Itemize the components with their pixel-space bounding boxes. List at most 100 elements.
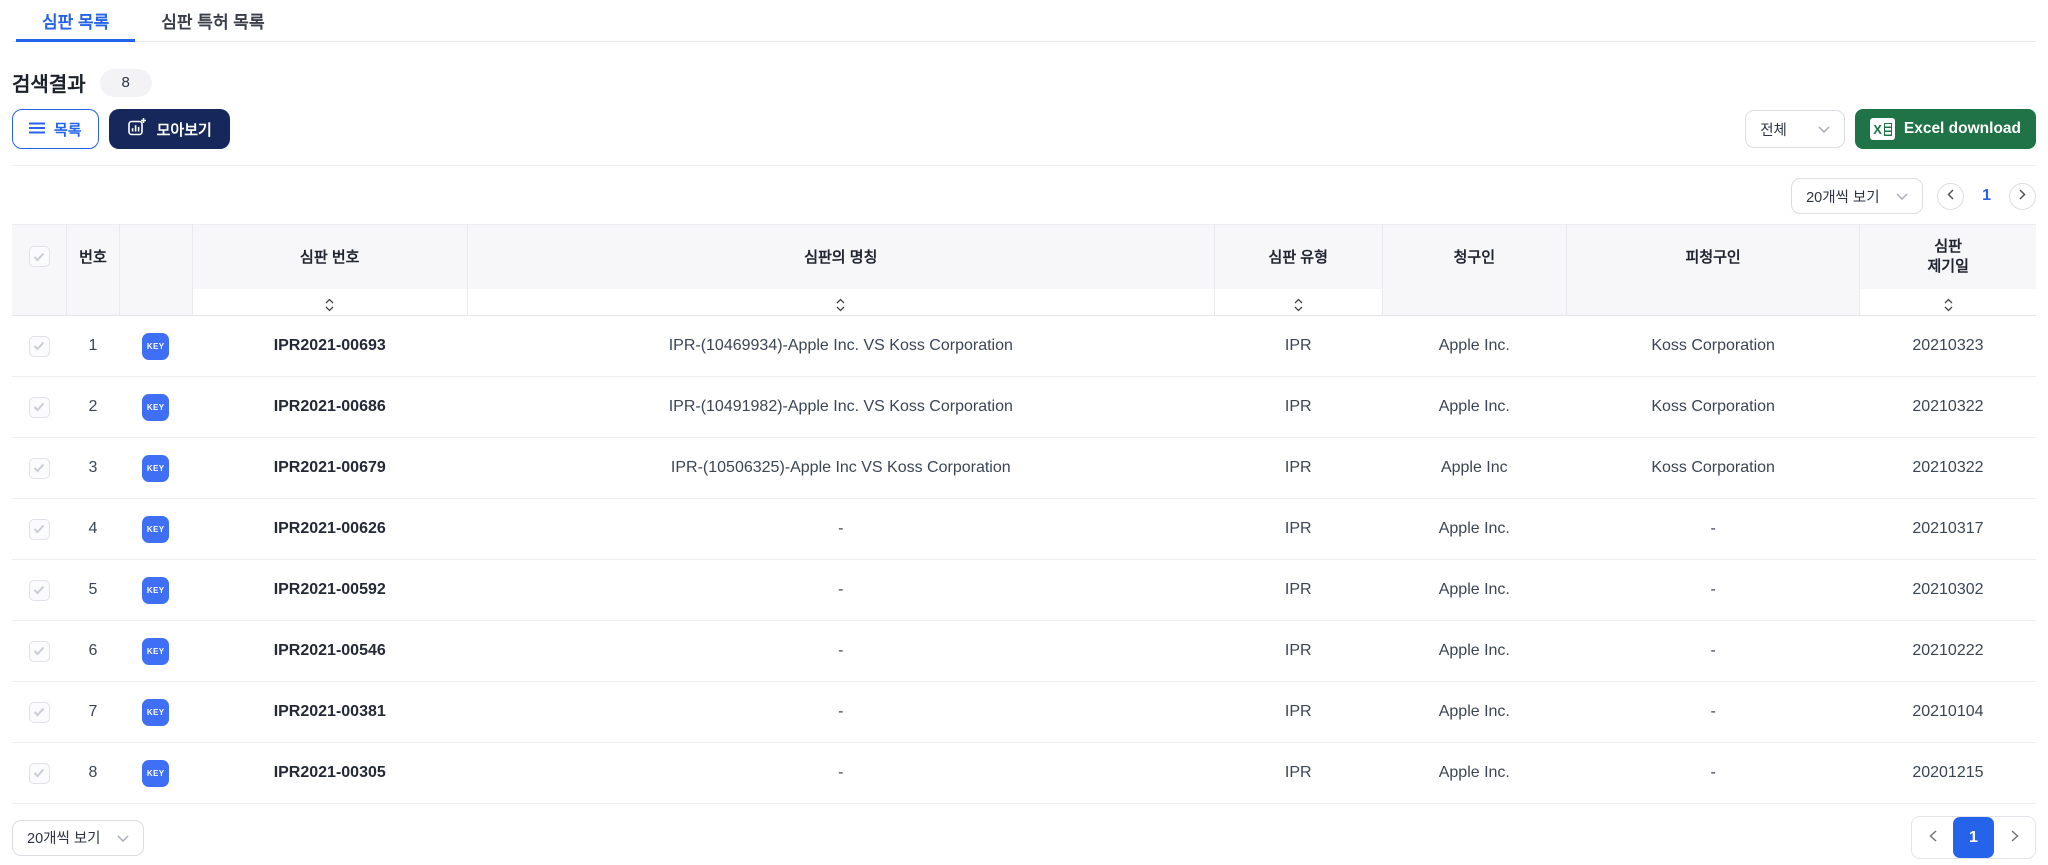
header-badge-column xyxy=(119,224,193,289)
trial-title: IPR-(10491982)-Apple Inc. VS Koss Corpor… xyxy=(668,398,1013,415)
respondent: - xyxy=(1710,581,1716,598)
row-number: 7 xyxy=(88,703,98,720)
table-row[interactable]: 1 KEY IPR2021-00693 IPR-(10469934)-Apple… xyxy=(12,315,2036,377)
table-row[interactable]: 8 KEY IPR2021-00305 - IPR Apple Inc. - 2… xyxy=(12,742,2036,804)
trial-number-link[interactable]: IPR2021-00626 xyxy=(274,520,386,537)
table-row[interactable]: 5 KEY IPR2021-00592 - IPR Apple Inc. - 2… xyxy=(12,559,2036,621)
key-badge[interactable]: KEY xyxy=(142,332,170,360)
header-filing-date: 심판 제기일 xyxy=(1859,224,2036,289)
current-page-top[interactable]: 1 xyxy=(1978,187,1995,205)
select-all-checkbox[interactable] xyxy=(28,246,50,268)
key-badge[interactable]: KEY xyxy=(142,637,170,665)
trial-results-table: 번호 심판 번호 심판의 명칭 심판 유형 청구인 피청구인 심판 제기일 1 … xyxy=(12,224,2036,804)
next-page-button-top[interactable] xyxy=(2009,182,2036,210)
page-size-value-bottom: 20개씩 보기 xyxy=(27,831,101,847)
page-size-value-top: 20개씩 보기 xyxy=(1806,189,1880,206)
excel-icon: X xyxy=(1870,118,1895,140)
respondent: - xyxy=(1710,703,1716,720)
check-icon xyxy=(34,707,45,717)
respondent: Koss Corporation xyxy=(1651,398,1775,415)
prev-page-button-top[interactable] xyxy=(1937,182,1965,210)
header-trial-type: 심판 유형 xyxy=(1214,224,1383,289)
filter-select-value: 전체 xyxy=(1760,122,1787,139)
header-number: 번호 xyxy=(66,224,120,289)
row-number: 2 xyxy=(88,398,98,415)
chevron-right-icon xyxy=(2019,187,2026,205)
filing-date: 20210322 xyxy=(1912,398,1984,415)
key-badge[interactable]: KEY xyxy=(142,759,170,787)
trial-title: - xyxy=(838,703,844,720)
sort-icon xyxy=(1944,298,1953,312)
trial-number-link[interactable]: IPR2021-00546 xyxy=(274,642,386,659)
check-icon xyxy=(34,463,45,473)
results-count-badge: 8 xyxy=(99,68,152,97)
row-checkbox[interactable] xyxy=(28,762,50,784)
row-checkbox[interactable] xyxy=(28,335,50,357)
table-row[interactable]: 4 KEY IPR2021-00626 - IPR Apple Inc. - 2… xyxy=(12,498,2036,560)
row-checkbox[interactable] xyxy=(28,701,50,723)
row-checkbox[interactable] xyxy=(28,579,50,601)
trial-title: IPR-(10506325)-Apple Inc VS Koss Corpora… xyxy=(670,459,1011,476)
key-badge[interactable]: KEY xyxy=(142,454,170,482)
trial-number-link[interactable]: IPR2021-00592 xyxy=(274,581,386,598)
tab-trial-list-label: 심판 목록 xyxy=(42,12,110,32)
key-badge[interactable]: KEY xyxy=(142,515,170,543)
filing-date: 20210322 xyxy=(1912,459,1984,476)
filter-select[interactable]: 전체 xyxy=(1745,110,1846,148)
chevron-right-icon xyxy=(2010,829,2019,847)
trial-number-link[interactable]: IPR2021-00381 xyxy=(274,703,386,720)
list-view-button[interactable]: 목록 xyxy=(12,109,99,149)
excel-download-button[interactable]: X Excel download xyxy=(1855,109,2036,149)
sort-icon xyxy=(1294,298,1303,312)
row-checkbox[interactable] xyxy=(28,396,50,418)
collect-view-button[interactable]: 모아보기 xyxy=(108,109,230,149)
tab-trial-patent-list[interactable]: 심판 특허 목록 xyxy=(135,0,290,41)
row-checkbox[interactable] xyxy=(28,457,50,479)
row-checkbox[interactable] xyxy=(28,518,50,540)
trial-number-link[interactable]: IPR2021-00686 xyxy=(274,398,386,415)
respondent: - xyxy=(1710,642,1716,659)
row-number: 5 xyxy=(88,581,98,598)
claimant: Apple Inc. xyxy=(1438,764,1510,781)
table-row[interactable]: 3 KEY IPR2021-00679 IPR-(10506325)-Apple… xyxy=(12,437,2036,499)
section-divider xyxy=(12,165,2036,166)
trial-title: - xyxy=(838,520,844,537)
sort-trial-title[interactable] xyxy=(467,288,1215,316)
row-number: 4 xyxy=(88,520,98,537)
row-checkbox[interactable] xyxy=(28,640,50,662)
row-number: 3 xyxy=(88,459,98,476)
trial-number-link[interactable]: IPR2021-00679 xyxy=(274,459,386,476)
trial-search-page: 심판 목록 심판 특허 목록 검색결과 8 목록 모아보기 전체 X Excel… xyxy=(0,0,2048,865)
page-size-select-top[interactable]: 20개씩 보기 xyxy=(1791,178,1924,214)
trial-type: IPR xyxy=(1284,642,1312,659)
filing-date: 20210317 xyxy=(1912,520,1984,537)
bottom-list-controls: 20개씩 보기 1 xyxy=(12,816,2036,865)
tab-trial-patent-list-label: 심판 특허 목록 xyxy=(161,12,265,32)
sort-filing-date[interactable] xyxy=(1859,288,2036,316)
tab-trial-list[interactable]: 심판 목록 xyxy=(16,0,136,42)
key-badge[interactable]: KEY xyxy=(142,576,170,604)
sort-trial-number[interactable] xyxy=(192,288,468,316)
header-trial-number: 심판 번호 xyxy=(192,224,468,289)
table-row[interactable]: 7 KEY IPR2021-00381 - IPR Apple Inc. - 2… xyxy=(12,681,2036,743)
chevron-down-icon xyxy=(1818,121,1830,137)
claimant: Apple Inc. xyxy=(1438,520,1510,537)
key-badge[interactable]: KEY xyxy=(142,698,170,726)
check-icon xyxy=(34,341,45,351)
key-badge[interactable]: KEY xyxy=(142,393,170,421)
trial-type: IPR xyxy=(1284,459,1312,476)
table-row[interactable]: 6 KEY IPR2021-00546 - IPR Apple Inc. - 2… xyxy=(12,620,2036,682)
check-icon xyxy=(34,768,45,778)
filing-date: 20210323 xyxy=(1912,337,1984,354)
sort-trial-type[interactable] xyxy=(1214,288,1383,316)
chevron-down-icon xyxy=(117,830,129,846)
page-size-select-bottom[interactable]: 20개씩 보기 xyxy=(12,819,144,856)
filing-date: 20210302 xyxy=(1912,581,1984,598)
trial-number-link[interactable]: IPR2021-00305 xyxy=(274,764,386,781)
trial-title: - xyxy=(838,642,844,659)
claimant: Apple Inc. xyxy=(1438,581,1510,598)
filing-date: 20201215 xyxy=(1912,764,1984,781)
filing-date: 20210222 xyxy=(1912,642,1984,659)
trial-number-link[interactable]: IPR2021-00693 xyxy=(274,337,386,354)
table-row[interactable]: 2 KEY IPR2021-00686 IPR-(10491982)-Apple… xyxy=(12,376,2036,438)
